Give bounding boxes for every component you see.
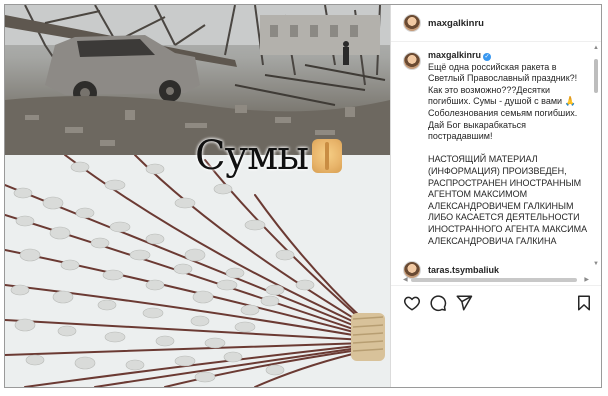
comment-icon[interactable]	[429, 294, 447, 312]
horizontal-scrollbar-thumb[interactable]	[411, 278, 577, 282]
author-username[interactable]: maxgalkinru	[428, 18, 484, 29]
caption-username[interactable]: maxgalkinru	[428, 50, 481, 60]
post-dialog: Сумы maxgalkinru maxgalkinru ✓ Ещё одна р…	[4, 4, 602, 388]
post-side-panel: maxgalkinru maxgalkinru ✓ Ещё одна россий…	[390, 5, 601, 387]
caption-text: Ещё одна российская ракета в Светлый Пра…	[428, 61, 588, 246]
caption-avatar[interactable]	[403, 52, 421, 70]
share-icon[interactable]	[455, 294, 473, 312]
author-avatar[interactable]	[403, 14, 421, 32]
overlay-caption: Сумы	[195, 131, 343, 181]
heart-icon[interactable]	[403, 294, 421, 312]
bookmark-icon[interactable]	[575, 294, 593, 312]
overlay-title-text: Сумы	[195, 133, 309, 179]
caption-row: maxgalkinru ✓ Ещё одна российская ракета …	[391, 45, 591, 247]
vertical-scrollbar[interactable]: ▲ ▼	[593, 45, 599, 267]
comments-scroll-area[interactable]: maxgalkinru ✓ Ещё одна российская ракета …	[391, 45, 591, 277]
willow-branches-photo	[5, 155, 390, 387]
scrollbar-thumb[interactable]	[594, 59, 598, 93]
praying-hands-icon	[312, 139, 343, 173]
scroll-left-arrow-icon[interactable]: ◀	[403, 277, 408, 283]
scroll-right-arrow-icon[interactable]: ▶	[584, 277, 589, 283]
verified-badge-icon: ✓	[483, 53, 492, 61]
commenter-username[interactable]: taras.tsymbaliuk	[428, 265, 499, 275]
caption-body: maxgalkinru ✓ Ещё одна российская ракета …	[428, 50, 588, 247]
action-bar	[391, 285, 601, 318]
scroll-up-arrow-icon[interactable]: ▲	[593, 45, 599, 51]
horizontal-scrollbar[interactable]: ◀ ▶	[403, 277, 589, 283]
scroll-down-arrow-icon[interactable]: ▼	[593, 261, 599, 267]
post-header: maxgalkinru	[391, 5, 601, 42]
post-media[interactable]: Сумы	[5, 5, 390, 387]
